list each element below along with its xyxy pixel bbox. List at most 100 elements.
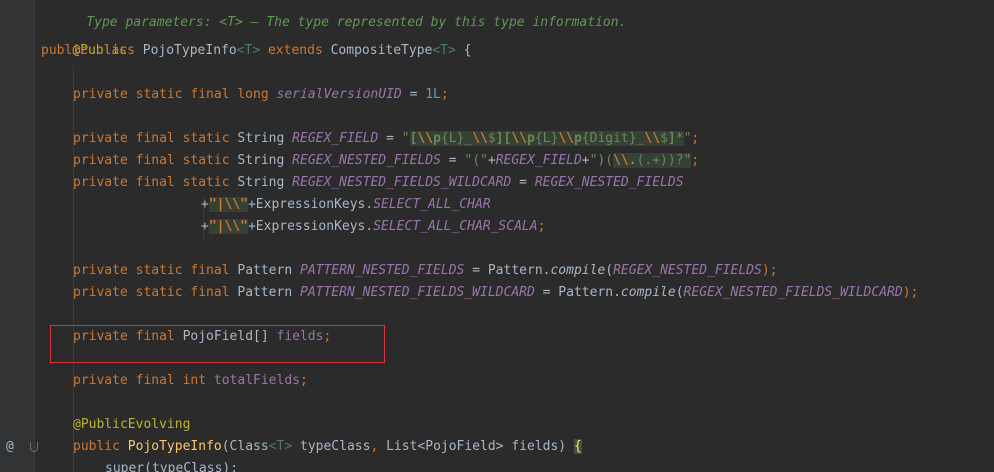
code-line-regex-wildcard: private final static String REGEX_NESTED…	[73, 172, 684, 194]
operator: +	[247, 219, 256, 234]
field-reference: SELECT_ALL_CHAR_SCALA	[373, 219, 538, 234]
regex-part: p	[433, 131, 441, 146]
code-line-regex-field: private final static String REGEX_FIELD …	[73, 128, 699, 150]
code-line-total-fields: private final int totalFields;	[73, 370, 308, 392]
keyword: private static final	[73, 263, 230, 278]
paren: (	[675, 285, 684, 300]
string-literal: "|\\"	[208, 197, 248, 212]
type-parameter: <T>	[268, 439, 293, 454]
parameter-type: (Class	[221, 439, 269, 454]
string-literal: ")(	[589, 153, 614, 168]
regex-part: {Digit}	[581, 131, 637, 146]
code-line-fields: private final PojoField[] fields;	[73, 326, 331, 348]
regex-part: \\	[472, 131, 488, 146]
super-call: super(typeClass);	[105, 461, 239, 472]
regex-part: ][	[495, 131, 512, 146]
brace: {	[573, 439, 582, 454]
code-editor[interactable]: @ Type parameters: <T> – The type repres…	[0, 0, 994, 472]
constructor-name: PojoTypeInfo	[127, 439, 222, 454]
type-name: String	[237, 131, 285, 146]
code-line-annotation: @Public	[41, 18, 127, 58]
class-reference: ExpressionKeys.	[255, 219, 374, 234]
parameter-name: typeClass	[300, 439, 371, 454]
regex-part: {L}	[440, 131, 465, 146]
type-parameter: <T>	[432, 43, 456, 58]
field-reference: REGEX_NESTED_FIELDS_WILDCARD	[683, 285, 903, 300]
method-call: compile	[620, 285, 676, 300]
paren: (	[605, 263, 614, 278]
keyword: private final static	[73, 131, 230, 146]
regex-part: (.+))?"	[636, 153, 692, 168]
code-line-serial-version: private static final long serialVersionU…	[73, 84, 449, 106]
field-reference: SELECT_ALL_CHAR	[373, 197, 491, 212]
field-name: serialVersionUID	[276, 87, 402, 102]
keyword: private static final	[73, 285, 230, 300]
string-literal: "("	[464, 153, 488, 168]
type-name: String	[237, 153, 285, 168]
keyword: private final int	[73, 373, 207, 388]
keyword: public	[73, 439, 120, 454]
semicolon: ;	[537, 219, 546, 234]
override-marker[interactable]: @	[6, 436, 14, 458]
keyword: private final	[73, 329, 175, 344]
string-quote: "	[401, 131, 410, 146]
field-reference: REGEX_NESTED_FIELDS	[613, 263, 762, 278]
type-name: String	[237, 175, 285, 190]
line-gutter[interactable]	[0, 0, 35, 472]
regex-part: {L}	[534, 131, 559, 146]
regex-part: \\	[417, 131, 434, 146]
semicolon: ;	[691, 153, 700, 168]
regex-part: $	[487, 131, 496, 146]
class-reference: ExpressionKeys.	[255, 197, 374, 212]
code-line-wildcard-cont-1: +"|\\"+ExpressionKeys.SELECT_ALL_CHAR	[201, 194, 491, 216]
method-call: compile	[550, 263, 606, 278]
fold-icon[interactable]	[30, 442, 38, 452]
semicolon: );	[902, 285, 919, 300]
comma: ,	[370, 439, 379, 454]
operator: =	[386, 131, 394, 146]
type-parameter: <T>	[236, 43, 261, 58]
super-class-name: CompositeType	[330, 43, 433, 58]
code-line-constructor: public PojoTypeInfo(Class<T> typeClass, …	[73, 436, 582, 458]
keyword: private final static	[73, 153, 230, 168]
class-name: PojoTypeInfo	[142, 43, 237, 58]
parameter-list: List<PojoField> fields)	[386, 439, 567, 454]
doc-comment: Type parameters: <T> – The type represen…	[86, 15, 627, 30]
code-line-regex-nested-fields: private final static String REGEX_NESTED…	[73, 150, 699, 172]
semicolon: ;	[323, 329, 332, 344]
field-reference: REGEX_FIELD	[495, 153, 582, 168]
keyword: private static final long	[73, 87, 269, 102]
field-reference: REGEX_NESTED_FIELDS	[534, 175, 684, 190]
operator: =	[519, 175, 527, 190]
keyword: public class	[41, 43, 135, 58]
code-line-super-call: super(typeClass);	[105, 458, 238, 472]
regex-part: *	[675, 131, 684, 146]
operator: +	[581, 153, 590, 168]
regex-part: p	[573, 131, 582, 146]
code-line-pattern-wildcard: private static final Pattern PATTERN_NES…	[73, 282, 918, 304]
code-line-pattern-nested: private static final Pattern PATTERN_NES…	[73, 260, 777, 282]
number-literal: 1L	[425, 87, 441, 102]
regex-part: \\.	[613, 153, 637, 168]
operator: = Pattern.	[472, 263, 551, 278]
keyword: extends	[267, 43, 323, 58]
field-name: REGEX_NESTED_FIELDS	[292, 153, 441, 168]
regex-part: \\	[644, 131, 661, 146]
code-line-class-declaration: public class PojoTypeInfo<T> extends Com…	[41, 40, 472, 62]
regex-part: \\	[558, 131, 574, 146]
semicolon: ;	[299, 373, 308, 388]
operator: =	[409, 87, 418, 102]
operator: +	[201, 197, 209, 212]
brace: {	[463, 43, 472, 58]
regex-part: ]	[667, 131, 676, 146]
field-name: REGEX_FIELD	[292, 131, 379, 146]
doc-comment-line: Type parameters: <T> – The type represen…	[55, 0, 626, 30]
field-name: PATTERN_NESTED_FIELDS_WILDCARD	[300, 285, 535, 300]
operator: +	[201, 219, 209, 234]
type-name: PojoField[]	[182, 329, 269, 344]
operator: = Pattern.	[542, 285, 621, 300]
string-literal: "|\\"	[208, 219, 248, 234]
regex-part: p	[527, 131, 535, 146]
field-name: fields	[276, 329, 324, 344]
field-name: totalFields	[213, 373, 300, 388]
